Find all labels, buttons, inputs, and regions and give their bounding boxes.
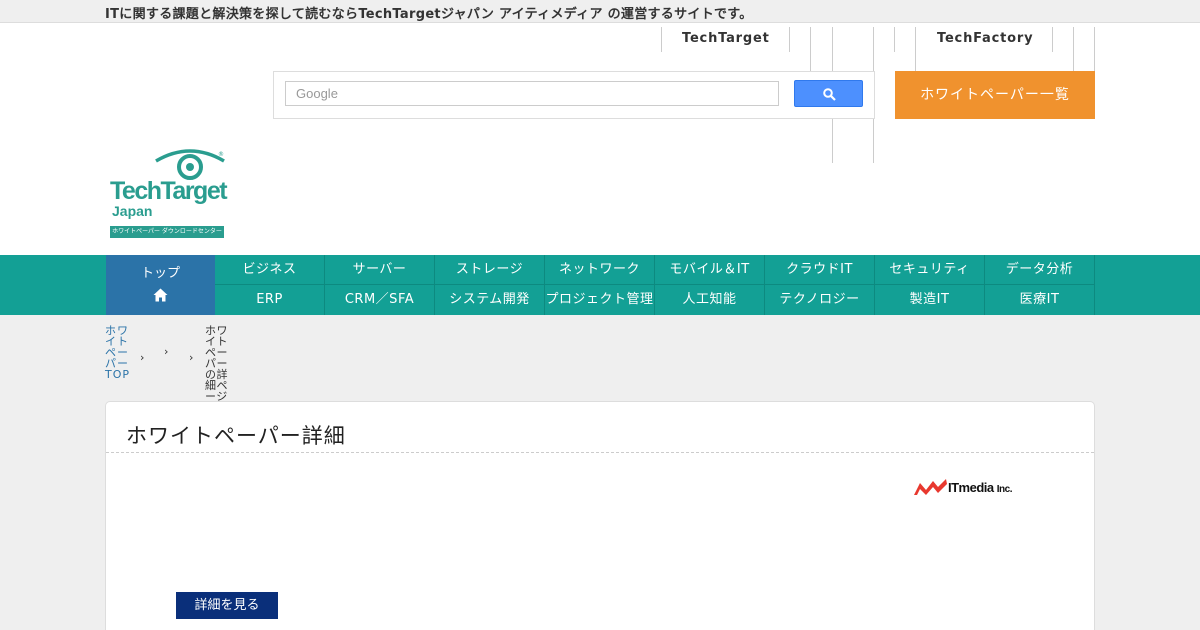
detail-button[interactable]: 詳細を見る [176,592,278,619]
divider [810,27,811,71]
nav-item[interactable]: データ分析 [985,255,1095,285]
itmedia-mark-icon [914,479,947,495]
content-card: ホワイトペーパー詳細 ITmedia Inc. 詳細を見る [105,401,1095,630]
divider [661,27,662,52]
nav-item[interactable]: クラウドIT [765,255,875,285]
main-nav: トップ ビジネス サーバー ストレージ ネットワーク モバイル＆IT クラウドI… [0,255,1200,315]
top-info-bar: ITに関する課題と解決策を探して読むならTechTargetジャパン アイティメ… [0,0,1200,23]
company-suffix: Inc. [996,484,1013,495]
divider [894,27,895,52]
whitepaper-list-button[interactable]: ホワイトペーパー一覧 [895,71,1095,119]
nav-item[interactable]: 人工知能 [655,285,765,315]
site-header: TechTarget TechFactory Google ホワイトペーパー一覧… [0,23,1200,255]
divider [1052,27,1053,52]
svg-text:®: ® [218,151,224,158]
home-icon [153,288,168,302]
nav-item[interactable]: 医療IT [985,285,1095,315]
chevron-right-icon: › [164,345,169,358]
nav-item[interactable]: システム開発 [435,285,545,315]
nav-item[interactable]: ネットワーク [545,255,655,285]
chevron-right-icon: › [140,351,145,364]
nav-item[interactable]: サーバー [325,255,435,285]
divider [789,27,790,52]
nav-item[interactable]: セキュリティ [875,255,985,285]
nav-item[interactable]: ビジネス [215,255,325,285]
site-tagline: ITに関する課題と解決策を探して読むならTechTargetジャパン アイティメ… [105,7,753,22]
techfactory-link[interactable]: TechFactory [937,31,1033,46]
breadcrumb-current: ホワイトペーパーの詳細ページ [205,324,228,403]
itmedia-logo: ITmedia Inc. [913,476,1028,500]
itmedia-name: ITmedia Inc. [948,480,1012,495]
breadcrumb-home[interactable]: ホワイトペーパーTOP [105,325,131,380]
nav-item[interactable]: プロジェクト管理 [545,285,655,315]
logo-sub: Japan [112,203,153,219]
divider [1094,27,1095,71]
eye-icon: ® [155,149,225,180]
page-title: ホワイトペーパー詳細 [126,424,346,448]
logo-tagline: ホワイトペーパー ダウンロードセンター [110,226,224,238]
nav-home[interactable]: トップ [106,255,215,315]
divider [915,27,916,71]
chevron-right-icon: › [189,351,194,364]
google-search-box: Google [273,71,875,119]
nav-item[interactable]: 製造IT [875,285,985,315]
nav-item[interactable]: CRM／SFA [325,285,435,315]
logo-brand: TechTarget [110,177,228,205]
search-input[interactable]: Google [285,81,779,106]
search-button[interactable] [794,80,863,107]
nav-item[interactable]: モバイル＆IT [655,255,765,285]
techtarget-japan-logo[interactable]: ® TechTarget Japan ホワイトペーパー ダウンロードセンター [108,147,228,239]
divider [1073,27,1074,71]
company-name: ITmedia [948,480,994,495]
search-icon [823,88,836,101]
nav-home-label: トップ [140,266,180,281]
nav-item[interactable]: ERP [215,285,325,315]
techtarget-link[interactable]: TechTarget [682,31,770,46]
divider [106,452,1094,453]
nav-item[interactable]: ストレージ [435,255,545,285]
nav-item[interactable]: テクノロジー [765,285,875,315]
